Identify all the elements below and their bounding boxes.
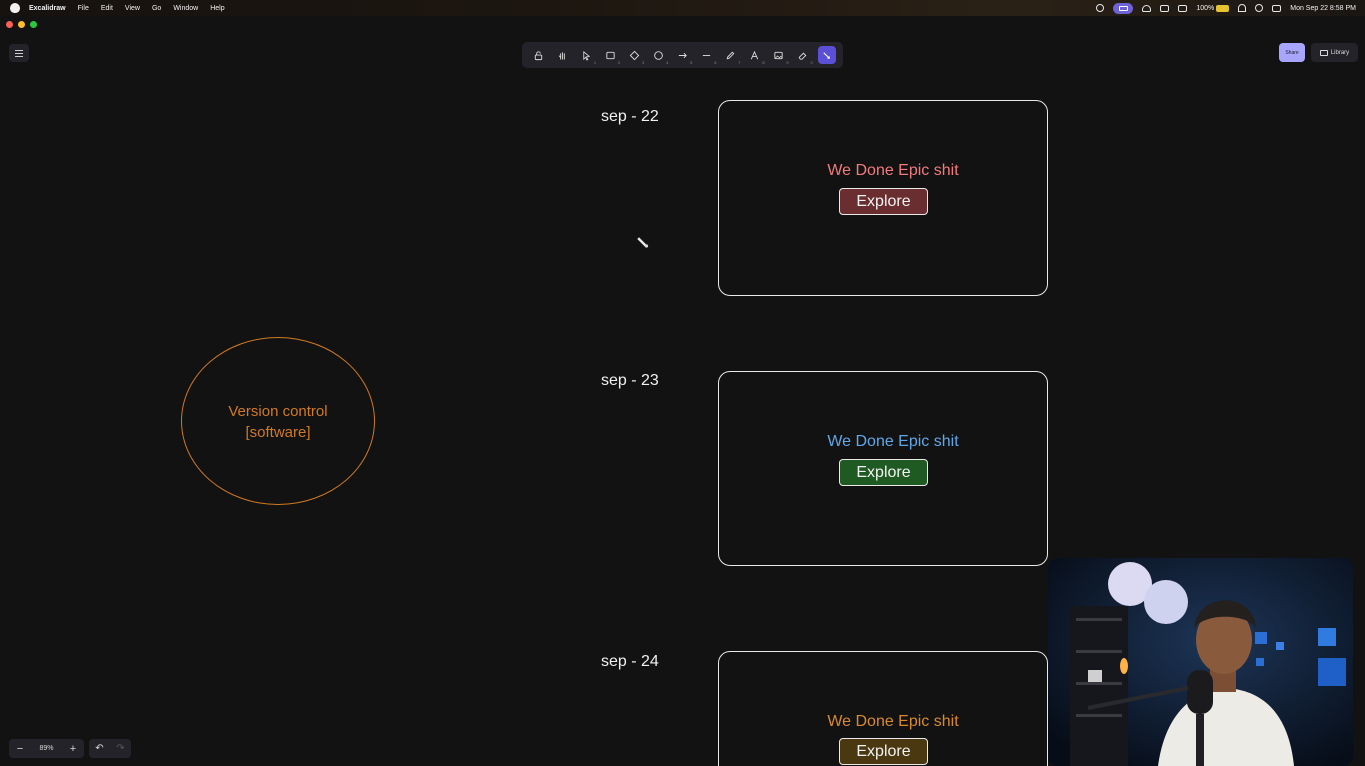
tool-shortcut: 9 [786, 60, 789, 65]
screen-record-icon[interactable] [1096, 4, 1105, 12]
wifi-icon[interactable] [1238, 4, 1247, 12]
image-icon [774, 51, 783, 59]
screen-share-icon[interactable] [1113, 2, 1134, 14]
tool-shortcut: 2 [617, 60, 621, 65]
menu-help[interactable]: Help [210, 5, 224, 12]
rectangle-icon [606, 51, 615, 59]
explore-button-3[interactable]: Explore [839, 738, 928, 765]
menu-view[interactable]: View [125, 5, 140, 12]
battery-icon [1216, 4, 1230, 12]
zoom-controls: − 89% + [9, 739, 84, 758]
control-center-icon[interactable] [1272, 4, 1282, 12]
hand-icon [558, 51, 565, 60]
card-title-3: We Done Epic shit [827, 713, 959, 730]
tool-image[interactable]: 9 [770, 46, 789, 65]
tool-ellipse[interactable]: 4 [649, 46, 669, 65]
tool-shortcut: 1 [593, 60, 597, 65]
undo-button[interactable]: ↶ [95, 743, 103, 754]
library-button[interactable]: Library [1311, 43, 1358, 62]
battery-percent: 100% [1196, 4, 1215, 12]
window-close-button[interactable] [6, 21, 13, 28]
main-menu-button[interactable] [9, 44, 29, 62]
status-area: 100% Mon Sep 22 8:58 PM [1096, 0, 1356, 16]
line-icon [702, 54, 711, 56]
date-label-2: sep - 23 [601, 372, 659, 389]
arrow-icon [678, 52, 687, 58]
cloud-icon[interactable] [1142, 4, 1152, 12]
laser-pointer-icon [823, 51, 831, 59]
menu-go[interactable]: Go [152, 5, 161, 12]
undo-redo-controls: ↶ ↷ [89, 739, 131, 758]
tool-line[interactable]: 6 [697, 46, 717, 65]
tool-text[interactable]: 8 [746, 46, 765, 65]
hamburger-icon [15, 49, 23, 51]
explore-button-1[interactable]: Explore [839, 188, 928, 215]
tool-rectangle[interactable]: 2 [601, 46, 621, 65]
apple-icon[interactable] [10, 3, 20, 13]
tool-draw[interactable]: 7 [722, 46, 741, 65]
zoom-level[interactable]: 89% [39, 745, 53, 752]
laser-cursor-icon [636, 236, 649, 248]
zoom-in-button[interactable]: + [68, 743, 78, 755]
lock-icon [534, 50, 542, 60]
hamburger-line [15, 52, 23, 54]
pencil-icon [726, 51, 735, 59]
diamond-icon [629, 50, 640, 60]
explore-button-2[interactable]: Explore [839, 459, 928, 486]
menu-window[interactable]: Window [173, 5, 198, 12]
card-1[interactable]: We Done Epic shit Explore [718, 100, 1048, 296]
eraser-icon [798, 52, 807, 60]
ellipse-text-line-1: Version control [228, 403, 328, 420]
redo-button[interactable]: ↷ [116, 743, 124, 754]
tool-shortcut: 7 [738, 60, 741, 65]
hamburger-line [15, 55, 23, 57]
app-name-menu[interactable]: Excalidraw [29, 5, 66, 12]
pointer-icon [582, 50, 590, 61]
menu-edit[interactable]: Edit [101, 5, 113, 12]
wallet-icon[interactable] [1178, 4, 1188, 12]
tool-shortcut: 3 [642, 60, 645, 65]
share-button[interactable]: Share [1279, 43, 1305, 62]
tool-shortcut: 0 [810, 60, 813, 65]
card-title-2: We Done Epic shit [827, 433, 959, 450]
menubar-clock[interactable]: Mon Sep 22 8:58 PM [1290, 5, 1356, 12]
card-3[interactable]: We Done Epic shit Explore [718, 651, 1048, 766]
tool-lock[interactable] [529, 46, 547, 64]
date-label-1: sep - 22 [601, 108, 659, 125]
presenter-video-image [1048, 558, 1353, 766]
macos-menu-bar: Excalidraw File Edit View Go Window Help… [0, 0, 1365, 16]
version-control-text: Version control [software] [196, 401, 360, 443]
excalidraw-window: Excalidraw File Edit View Go Window Help… [0, 0, 1365, 766]
ellipse-icon [654, 50, 663, 60]
text-icon [750, 50, 759, 59]
card-2[interactable]: We Done Epic shit Explore [718, 371, 1048, 566]
tool-shortcut: 8 [762, 60, 765, 65]
book-icon [1319, 49, 1328, 56]
tool-selection[interactable]: 1 [577, 46, 597, 65]
webcam-overlay [1048, 558, 1353, 766]
spotlight-search-icon[interactable] [1255, 4, 1264, 12]
date-label-3: sep - 24 [601, 653, 659, 670]
zoom-out-button[interactable]: − [15, 743, 25, 755]
shape-toolbar: 1 2 3 4 5 6 7 8 9 0 [522, 42, 843, 68]
library-label: Library [1330, 49, 1350, 56]
ellipse-text-line-2: [software] [245, 424, 311, 441]
tool-arrow[interactable]: 5 [673, 46, 693, 65]
tool-hand[interactable] [553, 46, 571, 64]
tool-eraser[interactable]: 0 [794, 46, 813, 65]
card-title-1: We Done Epic shit [827, 162, 959, 179]
menu-file[interactable]: File [78, 5, 89, 12]
window-zoom-button[interactable] [30, 21, 37, 28]
tool-shortcut: 5 [690, 60, 693, 65]
display-icon[interactable] [1160, 4, 1170, 12]
tool-diamond[interactable]: 3 [625, 46, 645, 65]
window-minimize-button[interactable] [18, 21, 25, 28]
tool-laser[interactable] [817, 46, 836, 64]
battery-indicator[interactable]: 100% [1196, 4, 1230, 12]
tool-shortcut: 4 [666, 60, 669, 65]
tool-shortcut: 6 [714, 60, 717, 65]
